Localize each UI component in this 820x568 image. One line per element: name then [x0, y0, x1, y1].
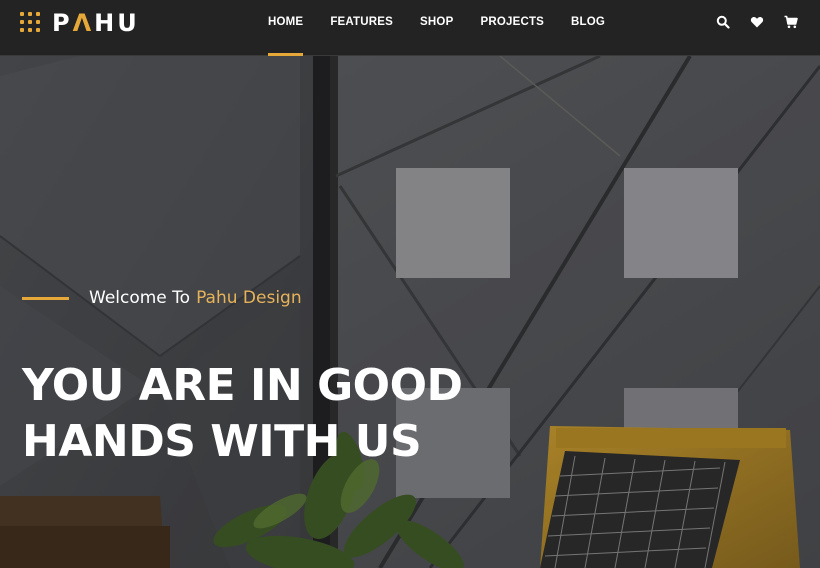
cart-icon[interactable] — [784, 15, 798, 29]
logo-grid-icon — [20, 12, 42, 34]
welcome-text: Welcome To — [89, 288, 191, 308]
search-icon[interactable] — [716, 15, 730, 29]
hero-title-line-2: HANDS WITH US — [22, 416, 422, 467]
welcome-brand-text: Pahu Design — [196, 288, 302, 308]
hero-section — [0, 56, 820, 568]
heart-icon[interactable] — [750, 15, 764, 29]
site-header: PΛHU HOME FEATURES SHOP PROJECTS BLOG — [0, 0, 820, 56]
hero-title: YOU ARE IN GOOD HANDS WITH US — [22, 358, 463, 470]
welcome-accent-line — [22, 296, 69, 300]
nav-shop[interactable]: SHOP — [420, 16, 453, 56]
hero-welcome: Welcome To Pahu Design — [22, 288, 302, 308]
nav-blog[interactable]: BLOG — [571, 16, 605, 56]
nav-features[interactable]: FEATURES — [330, 16, 393, 56]
nav-home[interactable]: HOME — [268, 16, 304, 56]
nav-projects[interactable]: PROJECTS — [480, 16, 544, 56]
logo[interactable]: PΛHU — [20, 9, 140, 37]
hero-title-line-1: YOU ARE IN GOOD — [22, 360, 463, 411]
logo-text: PΛHU — [52, 9, 140, 37]
header-actions — [716, 15, 798, 29]
main-nav: HOME FEATURES SHOP PROJECTS BLOG — [268, 16, 632, 56]
